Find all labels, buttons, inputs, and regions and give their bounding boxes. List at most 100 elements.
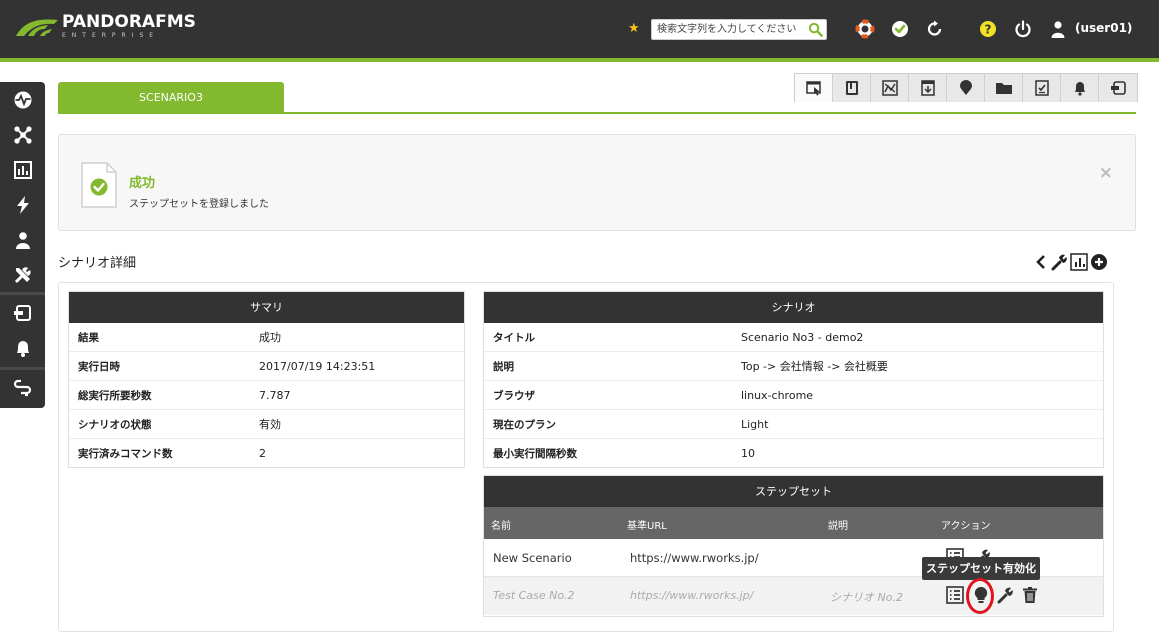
row-key: タイトル [493,331,535,344]
tooltip-enable-stepset: ステップセット有効化 [922,557,1040,580]
row-value: Top -> 会社情報 -> 会社概要 [741,360,888,373]
refresh-icon[interactable] [925,19,945,39]
table-row: 総実行所要秒数 7.787 [69,381,464,410]
row-value: linux-chrome [741,388,814,402]
sidebar-item-events[interactable] [0,188,45,222]
book-icon [845,81,858,95]
user-icon[interactable] [1048,19,1068,39]
sidebar-item-alerts[interactable] [0,331,45,365]
wrench-icon[interactable] [1050,253,1068,271]
favorite-star-icon[interactable]: ★ [628,21,640,36]
row-key: 最小実行間隔秒数 [493,448,577,460]
tab-scenario[interactable]: SCENARIO3 [58,82,284,112]
highlight-circle [966,578,994,614]
trash-icon[interactable] [1021,586,1039,604]
help-icon[interactable]: ? [978,19,998,39]
row-key: 総実行所要秒数 [78,389,152,402]
add-circle-icon[interactable] [1090,253,1108,271]
folder-icon [995,83,1012,94]
svg-text:?: ? [985,23,992,37]
module-icon [13,305,31,321]
list-icon[interactable] [946,586,964,604]
reports-icon [13,161,32,179]
toolbar-book[interactable] [833,74,871,102]
sidebar-item-links[interactable] [0,371,45,405]
stepset-header: ステップセット [484,476,1103,507]
row-value: 10 [741,447,755,460]
toolbar-module[interactable] [1099,74,1137,102]
lifebuoy-icon[interactable] [855,19,875,39]
sidebar [0,82,45,408]
row-key: 現在のプラン [493,418,556,431]
chevron-left-icon[interactable] [1034,254,1048,270]
table-row: 実行日時 2017/07/19 14:23:51 [69,352,464,381]
sidebar-item-reports[interactable] [0,153,45,187]
search-icon[interactable] [808,22,823,37]
pandora-logo[interactable]: PANDORAFMS ENTERPRISE [14,14,196,39]
user-name[interactable]: (user01) [1075,21,1132,35]
sidebar-separator [0,292,45,295]
link-icon [13,379,31,397]
header-accent-line [0,58,1159,62]
column-action: アクション [941,521,991,532]
user-icon [15,232,30,249]
toolbar-archive[interactable] [909,74,947,102]
table-row: タイトル Scenario No3 - demo2 [484,323,1103,352]
row-value: Light [741,417,769,431]
sidebar-item-workspace[interactable] [0,223,45,257]
monitoring-icon [14,91,31,109]
wrench-icon[interactable] [996,586,1014,604]
scenario-table: シナリオ タイトル Scenario No3 - demo2 説明 Top -> 会… [483,291,1104,468]
success-notice: 成功 ステップセットを登録しました × [58,134,1136,231]
sidebar-item-setup[interactable] [0,296,45,330]
power-icon[interactable] [1013,19,1033,39]
summary-table: サマリ 結果 成功 実行日時 2017/07/19 14:23:51 総実行所要秒数… [68,291,465,468]
step-url: https://www.rworks.jp/ [630,589,754,602]
table-row: 説明 Top -> 会社情報 -> 会社概要 [484,352,1103,381]
table-row: 現在のプラン Light [484,410,1103,439]
bell-icon [1074,82,1085,96]
table-row: シナリオの状態 有効 [69,410,464,439]
toolbar-location[interactable] [947,74,985,102]
toolbar-folder[interactable] [985,74,1023,102]
column-name: 名前 [491,521,511,532]
search-box [651,19,827,40]
search-input[interactable] [652,20,802,39]
step-desc: シナリオ No.2 [830,591,903,604]
report-icon[interactable] [1070,253,1088,271]
status-ok-icon[interactable] [890,19,910,39]
row-value: 有効 [259,418,281,431]
chart-icon [881,80,898,96]
toolbar-alerts[interactable] [1061,74,1099,102]
sidebar-item-topology[interactable] [0,118,45,152]
logo-subtitle: ENTERPRISE [62,32,160,39]
sidebar-item-tools[interactable] [0,258,45,292]
column-url: 基準URL [627,521,667,532]
bell-icon [16,341,29,357]
row-value: 成功 [259,331,281,344]
toolbar-operation[interactable] [795,74,833,102]
table-row: 実行済みコマンド数 2 [69,439,464,468]
success-message: ステップセットを登録しました [129,199,269,210]
sidebar-item-monitoring[interactable] [0,83,45,117]
table-row: Test Case No.2 https://www.rworks.jp/ シナ… [484,577,1103,615]
top-header: PANDORAFMS ENTERPRISE ★ ? (user01) [0,0,1159,58]
row-key: 結果 [78,331,99,344]
close-icon[interactable]: × [1099,163,1113,183]
summary-header: サマリ [69,292,464,323]
lightning-icon [16,196,29,214]
table-row: 結果 成功 [69,323,464,352]
archive-icon [920,80,935,96]
success-title: 成功 [129,176,156,191]
row-key: 説明 [493,360,514,373]
toolbar-chart[interactable] [871,74,909,102]
row-value: 7.787 [259,388,291,402]
step-name: Test Case No.2 [493,589,575,602]
row-value: 2017/07/19 14:23:51 [259,359,376,373]
toolbar-checklist[interactable] [1023,74,1061,102]
step-name: New Scenario [493,551,572,565]
view-toolbar [794,73,1138,102]
success-document-icon [81,162,117,208]
page-title: シナリオ詳細 [58,256,137,271]
tab-underline [58,112,1136,114]
